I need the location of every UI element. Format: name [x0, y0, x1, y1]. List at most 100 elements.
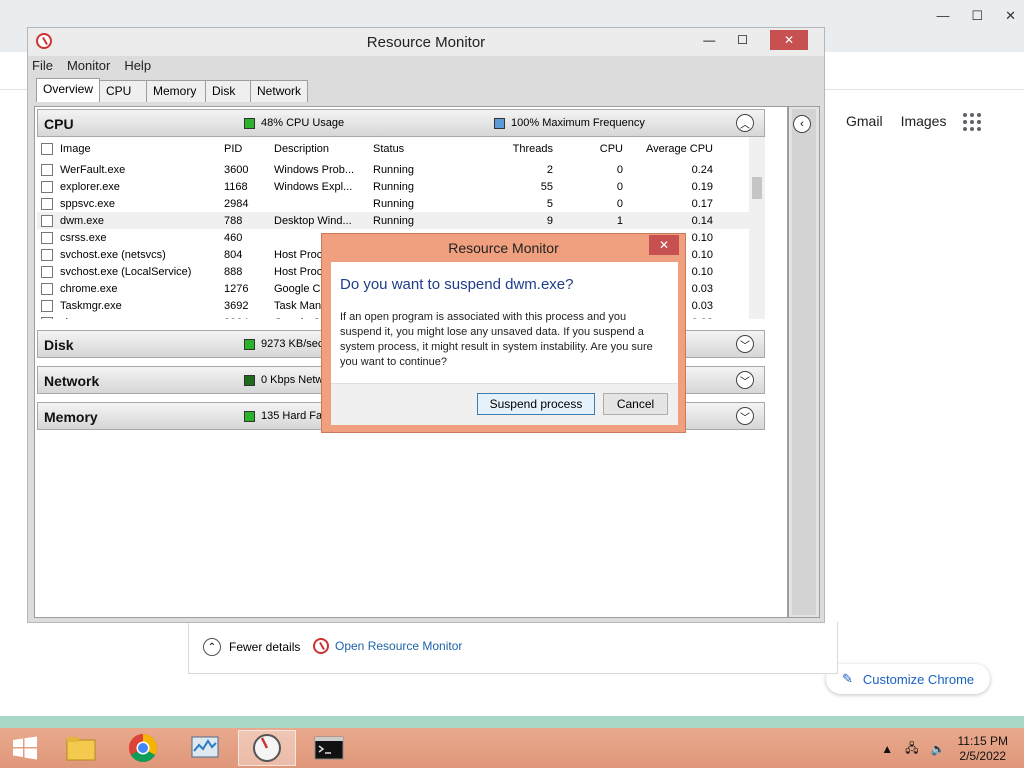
gmail-link[interactable]: Gmail [846, 113, 883, 129]
cell-image: Taskmgr.exe [60, 299, 122, 312]
cell-threads: 9 [546, 214, 553, 227]
apps-grid-icon[interactable] [963, 113, 981, 131]
cell-image: svchost.exe (LocalService) [60, 265, 192, 278]
open-resource-monitor-link[interactable]: Open Resource Monitor [313, 638, 462, 654]
customize-chrome-button[interactable]: ✎ Customize Chrome [826, 664, 990, 694]
col-description[interactable]: Description [274, 143, 373, 155]
tab-overview[interactable]: Overview [36, 78, 101, 102]
system-tray: ▲ 🖧 🔈 11:15 PM 2/5/2022 [881, 734, 1008, 764]
fewer-details-label: Fewer details [229, 640, 301, 654]
cell-description: Windows Expl... [274, 180, 353, 193]
row-checkbox[interactable] [41, 180, 53, 193]
minimize-icon[interactable]: — [936, 8, 949, 24]
collapse-graphs-icon[interactable]: ‹ [793, 115, 811, 133]
row-checkbox[interactable] [41, 265, 53, 278]
col-average-cpu[interactable]: Average CPU [623, 143, 713, 155]
expand-chevron-icon[interactable]: ﹀ [736, 371, 754, 389]
graph-pane-inner [792, 109, 816, 615]
resource-monitor-taskbar[interactable] [238, 730, 296, 766]
cell-threads: 5 [546, 197, 553, 210]
customize-chrome-label: Customize Chrome [862, 671, 975, 687]
col-pid[interactable]: PID [224, 143, 274, 155]
col-status[interactable]: Status [373, 143, 463, 155]
menu-monitor[interactable]: Monitor [67, 58, 110, 73]
row-checkbox[interactable] [41, 197, 53, 210]
row-checkbox[interactable] [41, 299, 53, 312]
table-row[interactable]: explorer.exe 1168 Windows Expl... Running 55… [37, 178, 749, 195]
show-hidden-icons-icon[interactable]: ▲ [881, 742, 893, 756]
rm-tabs: Overview CPU Memory Disk Network [36, 78, 309, 102]
images-link[interactable]: Images [901, 113, 947, 129]
close-icon[interactable]: ✕ [770, 30, 808, 50]
memory-stat-label: 135 Hard Fau [261, 410, 329, 422]
cell-average-cpu: 0.19 [691, 180, 713, 193]
cell-cpu: 0 [616, 180, 623, 193]
cpu-frequency-label: 100% Maximum Frequency [511, 117, 645, 129]
select-all-checkbox[interactable] [41, 143, 53, 155]
dialog-footer: Suspend process Cancel [331, 383, 678, 425]
row-checkbox[interactable] [41, 214, 53, 227]
expand-chevron-icon[interactable]: ﹀ [736, 335, 754, 353]
clock-date: 2/5/2022 [959, 749, 1007, 763]
table-row[interactable]: dwm.exe 788 Desktop Wind... Running 9 1 0.14 [37, 212, 749, 229]
cell-image: explorer.exe [60, 180, 120, 193]
network-icon[interactable]: 🖧 [905, 739, 918, 760]
dialog-title: Resource Monitor [448, 240, 559, 256]
cpu-section-header[interactable]: CPU 48% CPU Usage 100% Maximum Frequency… [37, 109, 765, 137]
table-scrollbar[interactable] [749, 137, 765, 319]
row-checkbox[interactable] [41, 248, 53, 261]
suspend-process-button[interactable]: Suspend process [477, 393, 595, 415]
tab-network[interactable]: Network [250, 80, 309, 102]
rm-menubar: File Monitor Help [32, 58, 151, 73]
cell-pid: 3964 [224, 317, 274, 320]
cell-image: chrome.exe [60, 282, 118, 295]
maximize-icon[interactable]: ☐ [971, 8, 983, 24]
tab-memory[interactable]: Memory [146, 80, 207, 102]
command-prompt-taskbar[interactable] [300, 730, 358, 766]
col-threads[interactable]: Threads [463, 143, 553, 155]
task-manager-footer: ⌃ Fewer details Open Resource Monitor [188, 622, 838, 674]
scrollbar-thumb[interactable] [752, 177, 762, 199]
cell-average-cpu: 0.14 [691, 214, 713, 227]
col-cpu[interactable]: CPU [553, 143, 623, 155]
expand-chevron-icon[interactable]: ﹀ [736, 407, 754, 425]
close-icon[interactable]: ✕ [1005, 8, 1016, 24]
row-checkbox[interactable] [41, 231, 53, 244]
dialog-close-icon[interactable]: ✕ [649, 235, 679, 255]
cancel-button[interactable]: Cancel [603, 393, 668, 415]
cell-image: svchost.exe (netsvcs) [60, 248, 166, 261]
row-checkbox[interactable] [41, 163, 53, 176]
collapse-chevron-icon[interactable]: ︿ [736, 114, 754, 132]
col-image[interactable]: Image [60, 143, 224, 155]
tab-disk[interactable]: Disk [205, 80, 252, 102]
clock-time: 11:15 PM [957, 734, 1008, 748]
volume-muted-icon[interactable]: 🔈 [931, 742, 946, 756]
fewer-details-button[interactable]: ⌃ Fewer details [203, 638, 300, 656]
table-row[interactable]: sppsvc.exe 2984 Running 5 0 0.17 [37, 195, 749, 212]
row-checkbox[interactable] [41, 282, 53, 295]
task-manager-taskbar[interactable] [176, 730, 234, 766]
start-button[interactable] [0, 730, 50, 766]
cell-cpu: 0 [616, 197, 623, 210]
maximize-icon[interactable]: ☐ [737, 33, 748, 47]
dialog-message: If an open program is associated with th… [340, 311, 653, 368]
cell-pid: 788 [224, 214, 243, 227]
tab-cpu[interactable]: CPU [99, 80, 148, 102]
cell-pid: 1168 [224, 180, 248, 193]
minimize-icon[interactable]: — [703, 33, 715, 47]
table-row[interactable]: WerFault.exe 3600 Windows Prob... Running 2 0… [37, 161, 749, 178]
cpu-usage-stat: 48% CPU Usage [244, 117, 344, 129]
clock[interactable]: 11:15 PM 2/5/2022 [958, 734, 1008, 764]
cell-status: Running [373, 180, 414, 193]
green-indicator-icon [244, 374, 255, 386]
disk-section-title: Disk [44, 337, 74, 353]
menu-file[interactable]: File [32, 58, 53, 73]
dialog-body: Do you want to suspend dwm.exe? If an op… [331, 262, 678, 425]
network-section-title: Network [44, 373, 100, 389]
rm-graph-pane: ‹ [788, 106, 820, 618]
row-checkbox[interactable] [41, 316, 53, 319]
file-explorer-taskbar[interactable] [52, 730, 110, 766]
menu-help[interactable]: Help [124, 58, 151, 73]
cell-status: Running [373, 197, 414, 210]
chrome-taskbar[interactable] [114, 730, 172, 766]
